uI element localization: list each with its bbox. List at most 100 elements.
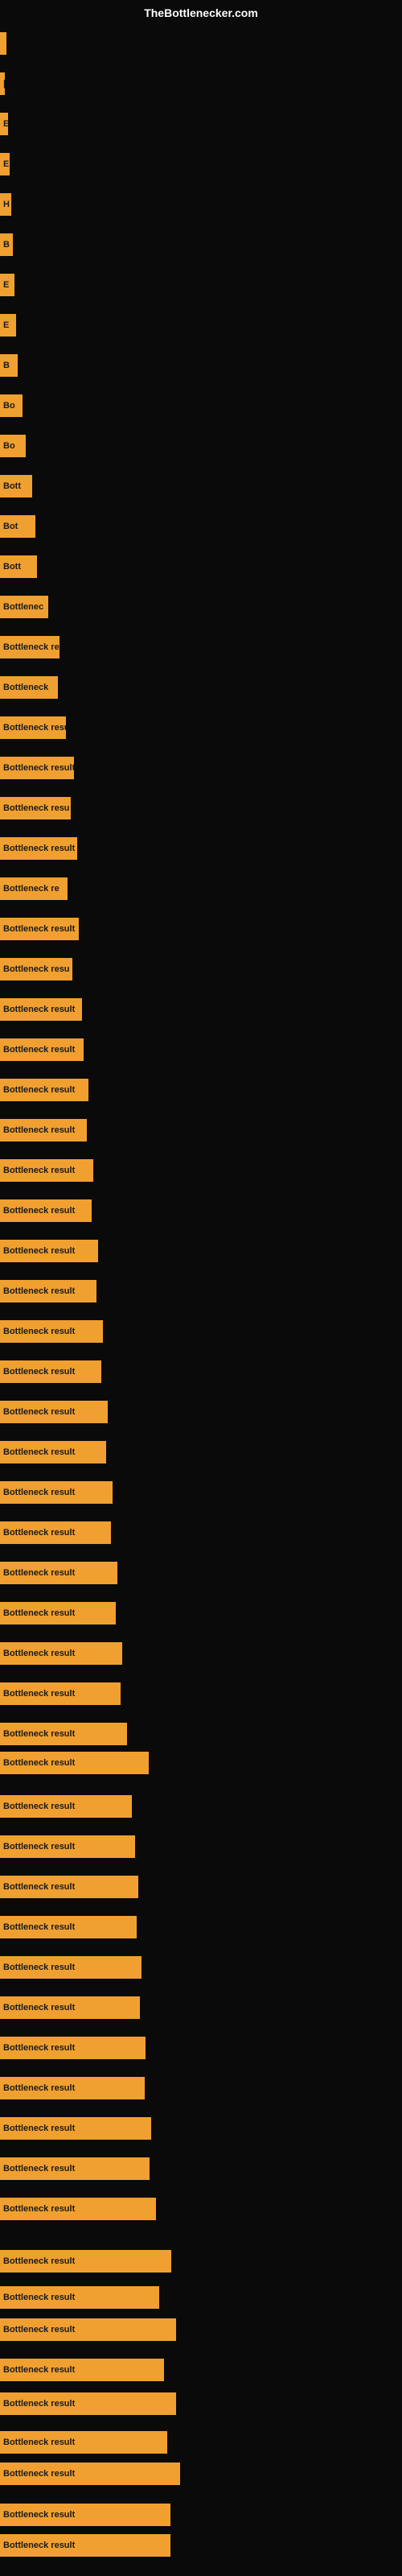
bar-label-15: Bottlenec xyxy=(3,602,43,612)
bar-item-45: Bottleneck result xyxy=(0,1795,132,1818)
bar-label-14: Bott xyxy=(3,562,21,572)
bar-item-3: E xyxy=(0,113,8,135)
bar-item-11: Bo xyxy=(0,435,26,457)
bar-label-48: Bottleneck result xyxy=(3,1922,75,1932)
bar-label-56: Bottleneck result xyxy=(3,2256,75,2266)
bar-label-26: Bottleneck result xyxy=(3,1045,75,1055)
bar-item-24: Bottleneck resu xyxy=(0,958,72,980)
bar-item-9: B xyxy=(0,354,18,377)
bar-label-12: Bott xyxy=(3,481,21,491)
bar-item-40: Bottleneck result xyxy=(0,1602,116,1624)
bar-label-44: Bottleneck result xyxy=(3,1758,75,1768)
bar-item-42: Bottleneck result xyxy=(0,1682,121,1705)
bar-label-9: B xyxy=(3,361,10,370)
bar-item-34: Bottleneck result xyxy=(0,1360,101,1383)
bar-item-37: Bottleneck result xyxy=(0,1481,113,1504)
bar-item-35: Bottleneck result xyxy=(0,1401,108,1423)
bar-label-13: Bot xyxy=(3,522,18,531)
bar-item-12: Bott xyxy=(0,475,32,497)
bar-label-52: Bottleneck result xyxy=(3,2083,75,2093)
bar-label-40: Bottleneck result xyxy=(3,1608,75,1618)
bar-item-6: B xyxy=(0,233,13,256)
bar-label-6: B xyxy=(3,240,10,250)
bar-item-60: Bottleneck result xyxy=(0,2392,176,2415)
bar-label-55: Bottleneck result xyxy=(3,2204,75,2214)
bar-item-30: Bottleneck result xyxy=(0,1199,92,1222)
bar-item-58: Bottleneck result xyxy=(0,2318,176,2341)
bar-label-24: Bottleneck resu xyxy=(3,964,70,974)
bar-item-20: Bottleneck resu xyxy=(0,797,71,819)
bar-label-63: Bottleneck result xyxy=(3,2510,75,2520)
bar-label-53: Bottleneck result xyxy=(3,2124,75,2133)
bar-item-62: Bottleneck result xyxy=(0,2462,180,2485)
bar-label-45: Bottleneck result xyxy=(3,1802,75,1811)
bar-item-31: Bottleneck result xyxy=(0,1240,98,1262)
bar-label-61: Bottleneck result xyxy=(3,2438,75,2447)
bar-item-48: Bottleneck result xyxy=(0,1916,137,1938)
bar-item-16: Bottleneck re xyxy=(0,636,59,658)
bar-item-18: Bottleneck resu xyxy=(0,716,66,739)
bar-item-43: Bottleneck result xyxy=(0,1723,127,1745)
bar-item-52: Bottleneck result xyxy=(0,2077,145,2099)
bar-label-60: Bottleneck result xyxy=(3,2399,75,2409)
bar-item-10: Bo xyxy=(0,394,23,417)
bar-label-41: Bottleneck result xyxy=(3,1649,75,1658)
bar-label-46: Bottleneck result xyxy=(3,1842,75,1852)
bar-label-49: Bottleneck result xyxy=(3,1963,75,1972)
bar-item-5: H xyxy=(0,193,11,216)
bar-label-64: Bottleneck result xyxy=(3,2541,75,2550)
bar-item-36: Bottleneck result xyxy=(0,1441,106,1463)
bar-label-47: Bottleneck result xyxy=(3,1882,75,1892)
bar-item-53: Bottleneck result xyxy=(0,2117,151,2140)
bar-item-41: Bottleneck result xyxy=(0,1642,122,1665)
bar-label-36: Bottleneck result xyxy=(3,1447,75,1457)
bar-label-5: H xyxy=(3,200,10,209)
bar-item-17: Bottleneck xyxy=(0,676,58,699)
bar-label-28: Bottleneck result xyxy=(3,1125,75,1135)
bar-item-13: Bot xyxy=(0,515,35,538)
bar-item-7: E xyxy=(0,274,14,296)
bar-label-19: Bottleneck result xyxy=(3,763,74,773)
bar-label-38: Bottleneck result xyxy=(3,1528,75,1538)
bar-label-58: Bottleneck result xyxy=(3,2325,75,2334)
bar-label-30: Bottleneck result xyxy=(3,1206,75,1216)
bar-item-59: Bottleneck result xyxy=(0,2359,164,2381)
bar-label-57: Bottleneck result xyxy=(3,2293,75,2302)
bar-item-15: Bottlenec xyxy=(0,596,48,618)
bar-item-50: Bottleneck result xyxy=(0,1996,140,2019)
bar-label-54: Bottleneck result xyxy=(3,2164,75,2174)
bar-label-32: Bottleneck result xyxy=(3,1286,75,1296)
bar-label-8: E xyxy=(3,320,9,330)
bar-item-28: Bottleneck result xyxy=(0,1119,87,1141)
bar-item-4: E xyxy=(0,153,10,175)
bar-label-3: E xyxy=(3,119,8,129)
bar-label-10: Bo xyxy=(3,401,15,411)
bar-item-33: Bottleneck result xyxy=(0,1320,103,1343)
bar-label-7: E xyxy=(3,280,9,290)
bar-item-55: Bottleneck result xyxy=(0,2198,156,2220)
bar-label-59: Bottleneck result xyxy=(3,2365,75,2375)
bar-item-56: Bottleneck result xyxy=(0,2250,171,2273)
bar-item-38: Bottleneck result xyxy=(0,1521,111,1544)
bar-item-21: Bottleneck result xyxy=(0,837,77,860)
bar-label-4: E xyxy=(3,159,9,169)
bar-label-29: Bottleneck result xyxy=(3,1166,75,1175)
bar-label-23: Bottleneck result xyxy=(3,924,75,934)
bar-item-44: Bottleneck result xyxy=(0,1752,149,1774)
bar-item-57: Bottleneck result xyxy=(0,2286,159,2309)
bar-item-49: Bottleneck result xyxy=(0,1956,142,1979)
bar-label-31: Bottleneck result xyxy=(3,1246,75,1256)
bar-item-23: Bottleneck result xyxy=(0,918,79,940)
bar-item-39: Bottleneck result xyxy=(0,1562,117,1584)
bar-label-43: Bottleneck result xyxy=(3,1729,75,1739)
bar-label-50: Bottleneck result xyxy=(3,2003,75,2013)
bar-label-11: Bo xyxy=(3,441,15,451)
bar-item-22: Bottleneck re xyxy=(0,877,68,900)
bar-label-34: Bottleneck result xyxy=(3,1367,75,1377)
bar-item-46: Bottleneck result xyxy=(0,1835,135,1858)
bar-item-19: Bottleneck result xyxy=(0,757,74,779)
bar-item-26: Bottleneck result xyxy=(0,1038,84,1061)
bar-label-20: Bottleneck resu xyxy=(3,803,70,813)
bar-item-47: Bottleneck result xyxy=(0,1876,138,1898)
bar-item-29: Bottleneck result xyxy=(0,1159,93,1182)
